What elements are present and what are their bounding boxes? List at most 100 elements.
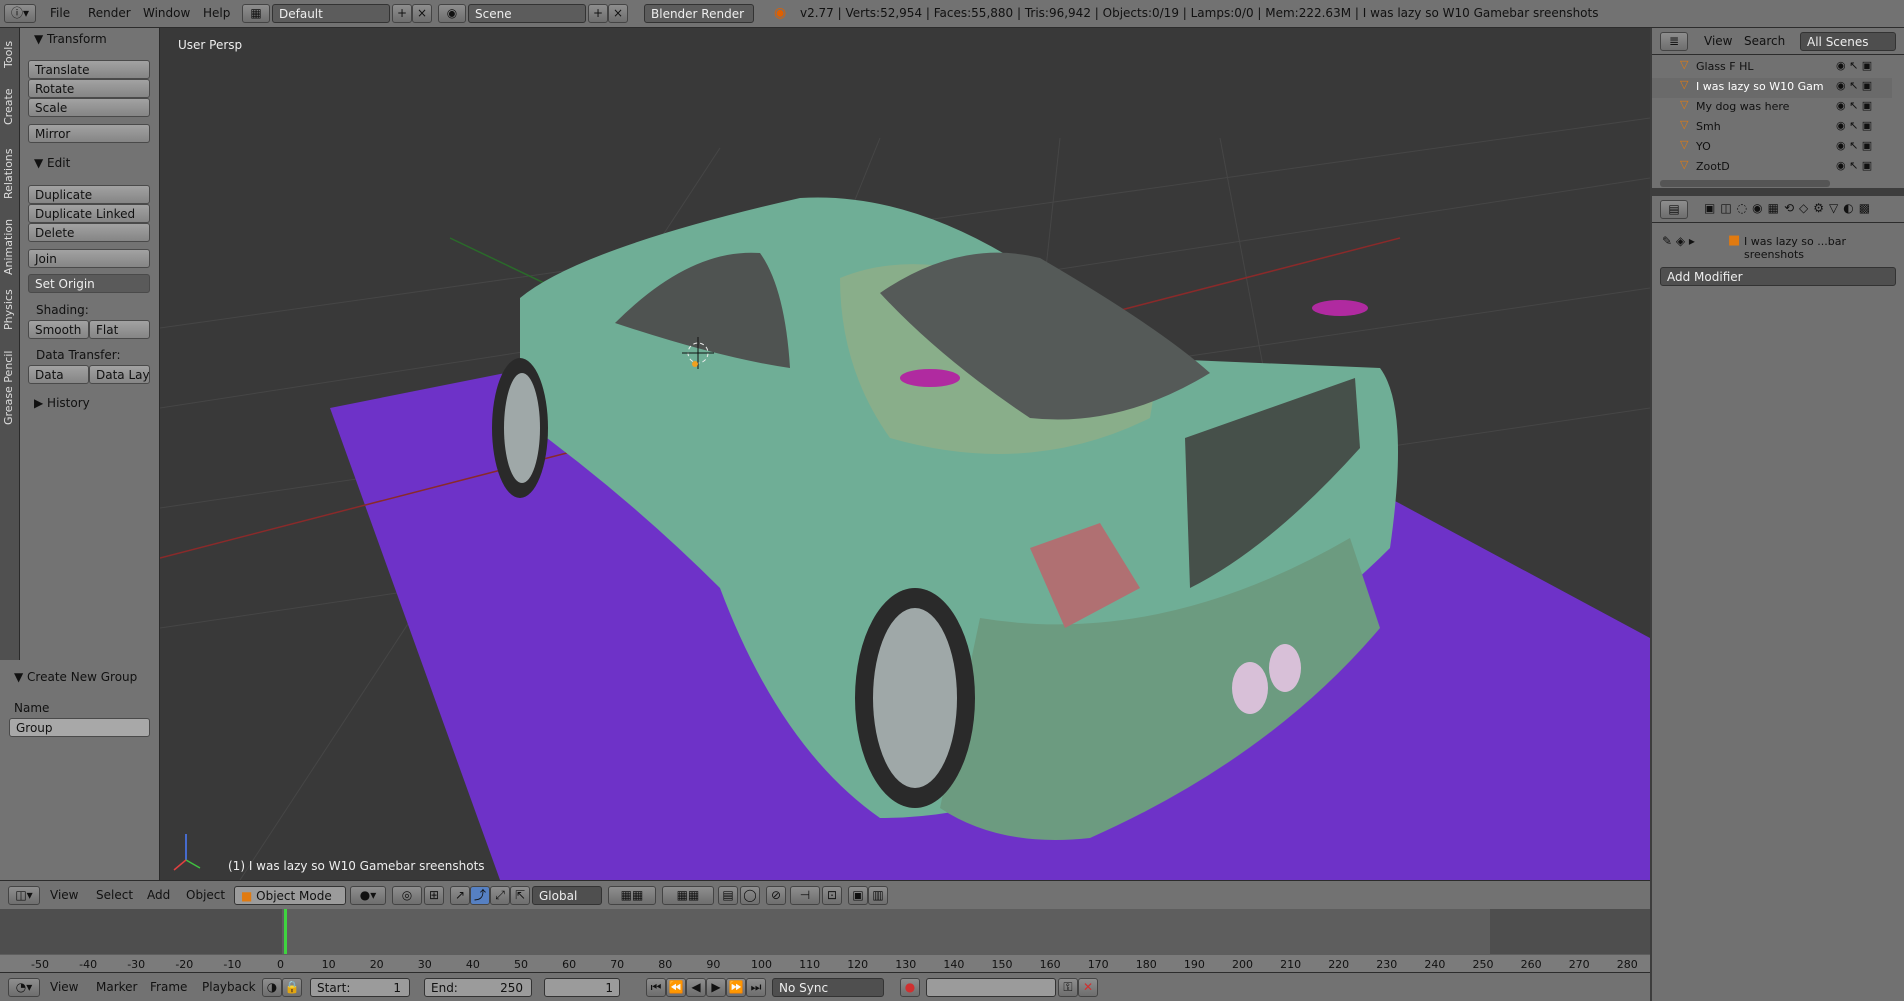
tab-create[interactable]: Create [2, 78, 18, 136]
menu-marker[interactable]: Marker [96, 980, 137, 994]
menu-select[interactable]: Select [96, 888, 133, 902]
insert-keyframe-icon[interactable]: ⚿ [1058, 978, 1078, 997]
delete-button[interactable]: Delete [28, 223, 150, 242]
menu-render[interactable]: Render [88, 6, 131, 20]
play-reverse-icon[interactable]: ◀ [686, 978, 706, 997]
current-frame-line[interactable] [284, 909, 287, 954]
add-modifier-select[interactable]: Add Modifier [1660, 267, 1896, 286]
range-icon[interactable]: ◑ [262, 978, 282, 997]
history-title[interactable]: ▶ History [34, 396, 90, 410]
snap-icon[interactable]: ⊘ [766, 886, 786, 905]
layers-grid-a[interactable]: ▦▦ [608, 886, 656, 905]
menu-object[interactable]: Object [186, 888, 225, 902]
tab-animation[interactable]: Animation [2, 212, 18, 282]
layout-grid-icon[interactable]: ▦ [242, 4, 270, 23]
outliner-view-menu[interactable]: View [1704, 34, 1732, 48]
next-keyframe-icon[interactable]: ⏩ [726, 978, 746, 997]
layers-grid-b[interactable]: ▦▦ [662, 886, 714, 905]
tab-grease-pencil[interactable]: Grease Pencil [2, 338, 18, 438]
context-tabs-icons[interactable]: ▣◫◌◉▦⟲◇⚙▽◐▩ [1704, 201, 1875, 215]
transform-icon[interactable]: ⇱ [510, 886, 530, 905]
tab-tools[interactable]: Tools [2, 34, 18, 74]
opengl-render-icon[interactable]: ▣ [848, 886, 868, 905]
outliner-item[interactable]: ▽ YO ◉ ↖ ▣ [1652, 138, 1892, 158]
manipulator-icon[interactable]: ⊞ [424, 886, 444, 905]
menu-file[interactable]: File [50, 6, 70, 20]
outliner-filter-select[interactable]: All Scenes [1800, 32, 1896, 51]
menu-frame[interactable]: Frame [150, 980, 187, 994]
info-editor-icon[interactable]: ⓘ▾ [4, 4, 36, 23]
timeline[interactable]: -50 -40 -30 -20 -10 0 10 20 30 40 50 60 70 80 90 100 110… [0, 909, 1650, 972]
outliner-item[interactable]: ▽ Glass F HL ◉ ↖ ▣ [1652, 58, 1892, 78]
create-group-title[interactable]: ▼ Create New Group [14, 670, 137, 684]
data-button[interactable]: Data [28, 365, 89, 384]
edit-title[interactable]: ▼ Edit [34, 156, 70, 170]
pivot-icon[interactable]: ◎ [392, 886, 422, 905]
current-frame-field[interactable]: 1 [544, 978, 620, 997]
close-layout-icon[interactable]: × [412, 4, 432, 23]
proportional-edit-icon[interactable]: ◯ [740, 886, 760, 905]
scale-button[interactable]: Scale [28, 98, 150, 117]
record-icon[interactable]: ● [900, 978, 920, 997]
orientation-select[interactable]: Global [532, 886, 602, 905]
outliner-item[interactable]: ▽ ZootD ◉ ↖ ▣ [1652, 158, 1892, 178]
transform-title[interactable]: ▼ Transform [34, 32, 107, 46]
menu-add[interactable]: Add [147, 888, 170, 902]
add-scene-icon[interactable]: + [588, 4, 608, 23]
scene-field[interactable]: Scene [468, 4, 586, 23]
mode-select[interactable]: ■ Object Mode [234, 886, 346, 905]
snap-target-icon[interactable]: ⊡ [822, 886, 842, 905]
layout-field[interactable]: Default [272, 4, 390, 23]
sync-select[interactable]: No Sync [772, 978, 884, 997]
start-frame-field[interactable]: Start: 1 [310, 978, 410, 997]
scale-manipulator-icon[interactable]: ⤢ [490, 886, 510, 905]
data-layout-button[interactable]: Data Layo [89, 365, 150, 384]
outliner-item[interactable]: ▽ Smh ◉ ↖ ▣ [1652, 118, 1892, 138]
rotate-button[interactable]: Rotate [28, 79, 150, 98]
timeline-editor-icon[interactable]: ◔▾ [8, 978, 40, 997]
smooth-button[interactable]: Smooth [28, 320, 89, 339]
tab-physics[interactable]: Physics [2, 286, 18, 334]
3d-viewport[interactable]: User Persp (1) I was lazy so W10 Gamebar… [160, 28, 1650, 880]
render-engine-select[interactable]: Blender Render [644, 4, 754, 23]
jump-start-icon[interactable]: ⏮ [646, 978, 666, 997]
menu-playback[interactable]: Playback [202, 980, 256, 994]
jump-end-icon[interactable]: ⏭ [746, 978, 766, 997]
outliner-item[interactable]: ▽ I was lazy so W10 Gam ◉ ↖ ▣ [1652, 78, 1892, 98]
snap-element-icon[interactable]: ⊣ [790, 886, 820, 905]
properties-editor-icon[interactable]: ▤ [1660, 200, 1688, 219]
group-name-input[interactable]: Group [9, 718, 150, 737]
menu-view-timeline[interactable]: View [50, 980, 78, 994]
menu-window[interactable]: Window [143, 6, 190, 20]
keying-set-field[interactable] [926, 978, 1056, 997]
join-button[interactable]: Join [28, 249, 150, 268]
translate-button[interactable]: Translate [28, 60, 150, 79]
menu-view[interactable]: View [50, 888, 78, 902]
set-origin-select[interactable]: Set Origin [28, 274, 150, 293]
menu-help[interactable]: Help [203, 6, 230, 20]
add-layout-icon[interactable]: + [392, 4, 412, 23]
render-layer-icon[interactable]: ▤ [718, 886, 738, 905]
play-icon[interactable]: ▶ [706, 978, 726, 997]
prev-keyframe-icon[interactable]: ⏪ [666, 978, 686, 997]
shading-mode-icon[interactable]: ●▾ [350, 886, 386, 905]
flat-button[interactable]: Flat [89, 320, 150, 339]
view3d-editor-icon[interactable]: ◫▾ [8, 886, 40, 905]
delete-keyframe-icon[interactable]: ✕ [1078, 978, 1098, 997]
scene-icon[interactable]: ◉ [438, 4, 466, 23]
tab-relations[interactable]: Relations [2, 140, 18, 208]
mirror-button[interactable]: Mirror [28, 124, 150, 143]
lock-icon[interactable]: 🔒 [282, 978, 302, 997]
translate-manipulator-icon[interactable]: ↗ [450, 886, 470, 905]
outliner-item[interactable]: ▽ My dog was here ◉ ↖ ▣ [1652, 98, 1892, 118]
opengl-anim-icon[interactable]: ▥ [868, 886, 888, 905]
pin-icon[interactable]: ✎ ◈ ▸ [1662, 234, 1695, 248]
outliner-search-menu[interactable]: Search [1744, 34, 1785, 48]
rotate-manipulator-icon[interactable]: ⤴ [470, 886, 490, 905]
close-scene-icon[interactable]: × [608, 4, 628, 23]
outliner-editor-icon[interactable]: ≣ [1660, 32, 1688, 51]
duplicate-button[interactable]: Duplicate [28, 185, 150, 204]
end-frame-field[interactable]: End: 250 [424, 978, 532, 997]
outliner-scrollbar[interactable] [1660, 180, 1830, 187]
timeline-ruler[interactable] [0, 955, 1650, 972]
